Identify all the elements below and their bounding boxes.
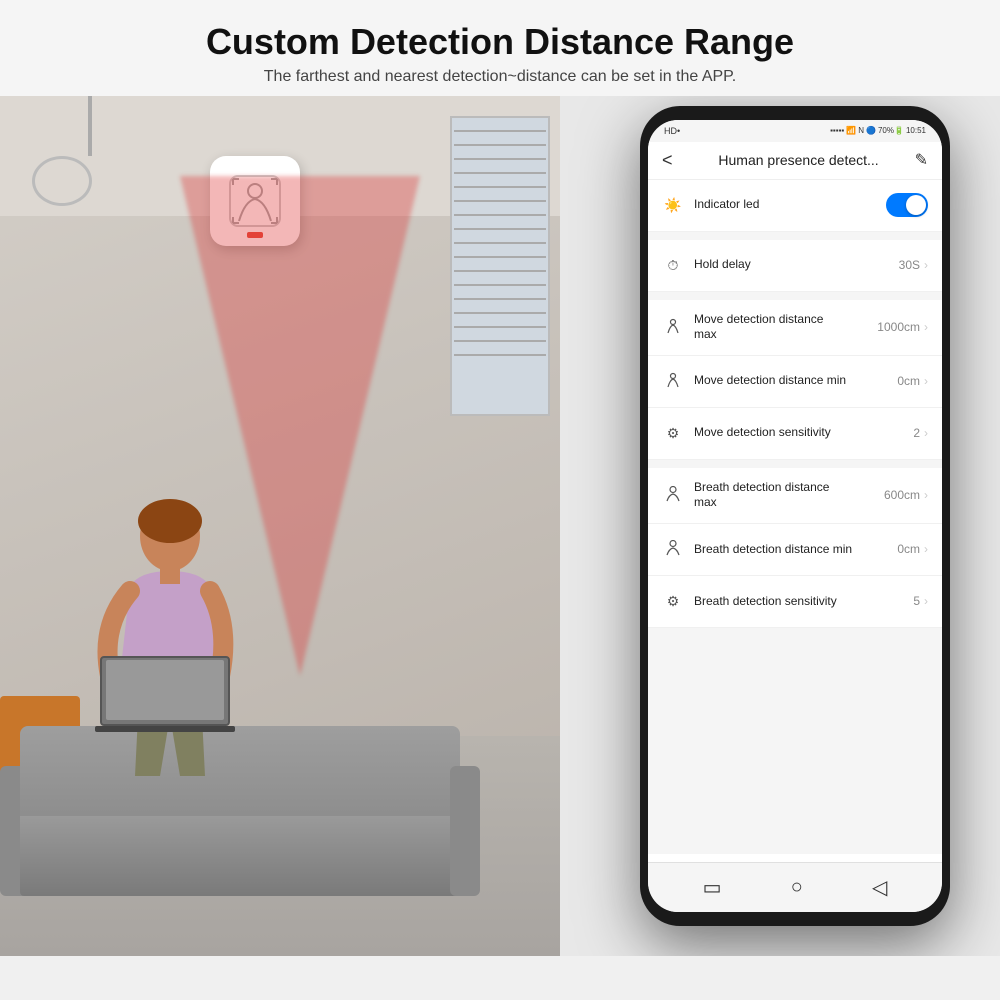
separator-3 xyxy=(648,460,942,468)
wifi-icon: 📶 xyxy=(846,126,856,135)
person-figure xyxy=(60,476,260,796)
settings-item-indicator-led[interactable]: ☀️ Indicator led xyxy=(648,180,942,232)
settings-item-breath-sensitivity[interactable]: ⚙ Breath detection sensitivity 5 › xyxy=(648,576,942,628)
back-button[interactable]: < xyxy=(662,150,673,171)
breath-dist-max-arrow: › xyxy=(924,488,928,502)
breath-sensitivity-icon: ⚙ xyxy=(662,593,684,610)
page-header: Custom Detection Distance Range The fart… xyxy=(0,0,1000,96)
main-content: HD• ▪▪▪▪▪ 📶 N 🔵 70%🔋 10:51 < xyxy=(0,96,1000,956)
hold-delay-icon: ⏱ xyxy=(662,257,684,274)
app-title-label: Human presence detect... xyxy=(683,152,915,168)
page-title: Custom Detection Distance Range xyxy=(20,22,980,62)
breath-dist-min-label: Breath detection distance min xyxy=(694,542,897,558)
separator-1 xyxy=(648,232,942,240)
toggle-knob xyxy=(906,195,926,215)
settings-item-breath-dist-min[interactable]: Breath detection distance min 0cm › xyxy=(648,524,942,576)
time-display: 10:51 xyxy=(906,126,926,135)
indicator-led-toggle[interactable] xyxy=(886,193,928,217)
edit-button[interactable]: ✎ xyxy=(915,150,928,170)
settings-item-move-dist-min[interactable]: Move detection distance min 0cm › xyxy=(648,356,942,408)
status-left: HD• xyxy=(664,126,680,136)
phone-screen: HD• ▪▪▪▪▪ 📶 N 🔵 70%🔋 10:51 < xyxy=(648,120,942,912)
settings-item-hold-delay[interactable]: ⏱ Hold delay 30S › xyxy=(648,240,942,292)
page-subtitle: The farthest and nearest detection~dista… xyxy=(20,68,980,86)
breath-sensitivity-label: Breath detection sensitivity xyxy=(694,594,913,610)
move-dist-max-arrow: › xyxy=(924,320,928,334)
move-dist-max-value: 1000cm xyxy=(877,320,920,334)
status-icons: ▪▪▪▪▪ 📶 N 🔵 70%🔋 10:51 xyxy=(830,126,926,135)
nav-back-button[interactable]: ◁ xyxy=(872,875,887,900)
breath-dist-max-value: 600cm xyxy=(884,488,920,502)
move-dist-min-arrow: › xyxy=(924,374,928,388)
separator-2 xyxy=(648,292,942,300)
breath-sensitivity-arrow: › xyxy=(924,594,928,608)
breath-dist-min-value: 0cm xyxy=(897,542,920,556)
settings-item-breath-dist-max[interactable]: Breath detection distancemax 600cm › xyxy=(648,468,942,524)
bluetooth-icon: 🔵 xyxy=(866,126,876,135)
move-sensitivity-icon: ⚙ xyxy=(662,425,684,442)
hold-delay-arrow: › xyxy=(924,258,928,272)
app-header-bar: < Human presence detect... ✎ xyxy=(648,142,942,180)
hold-delay-value: 30S xyxy=(899,258,920,272)
signal-icon: ▪▪▪▪▪ xyxy=(830,126,844,135)
hold-delay-label: Hold delay xyxy=(694,257,899,273)
indicator-led-label: Indicator led xyxy=(694,197,886,213)
chandelier xyxy=(60,96,120,206)
phone-device: HD• ▪▪▪▪▪ 📶 N 🔵 70%🔋 10:51 < xyxy=(640,106,950,926)
settings-item-move-dist-max[interactable]: Move detection distancemax 1000cm › xyxy=(648,300,942,356)
status-bar: HD• ▪▪▪▪▪ 📶 N 🔵 70%🔋 10:51 xyxy=(648,120,942,142)
battery-icon: 70%🔋 xyxy=(878,126,904,135)
move-dist-min-value: 0cm xyxy=(897,374,920,388)
move-sensitivity-label: Move detection sensitivity xyxy=(694,425,913,441)
settings-list: ☀️ Indicator led ⏱ Hold delay 30S xyxy=(648,180,942,854)
breath-dist-max-icon xyxy=(662,486,684,505)
move-dist-max-icon xyxy=(662,318,684,337)
move-dist-max-label: Move detection distancemax xyxy=(694,312,877,343)
laptop xyxy=(100,656,230,736)
move-sensitivity-arrow: › xyxy=(924,426,928,440)
indicator-led-icon: ☀️ xyxy=(662,197,684,214)
phone-container: HD• ▪▪▪▪▪ 📶 N 🔵 70%🔋 10:51 < xyxy=(640,106,980,946)
settings-item-move-sensitivity[interactable]: ⚙ Move detection sensitivity 2 › xyxy=(648,408,942,460)
move-dist-min-icon xyxy=(662,372,684,391)
breath-sensitivity-value: 5 xyxy=(913,594,920,608)
window-blinds xyxy=(450,116,550,416)
breath-dist-min-icon xyxy=(662,540,684,559)
nav-recents-button[interactable]: ▭ xyxy=(703,875,722,900)
move-sensitivity-value: 2 xyxy=(913,426,920,440)
page-container: Custom Detection Distance Range The fart… xyxy=(0,0,1000,1000)
move-dist-min-label: Move detection distance min xyxy=(694,373,897,389)
breath-dist-min-arrow: › xyxy=(924,542,928,556)
breath-dist-max-label: Breath detection distancemax xyxy=(694,480,884,511)
nav-home-button[interactable]: ○ xyxy=(791,876,803,899)
room-scene xyxy=(0,96,560,956)
bottom-nav-bar: ▭ ○ ◁ xyxy=(648,862,942,912)
nfc-icon: N xyxy=(858,126,864,135)
